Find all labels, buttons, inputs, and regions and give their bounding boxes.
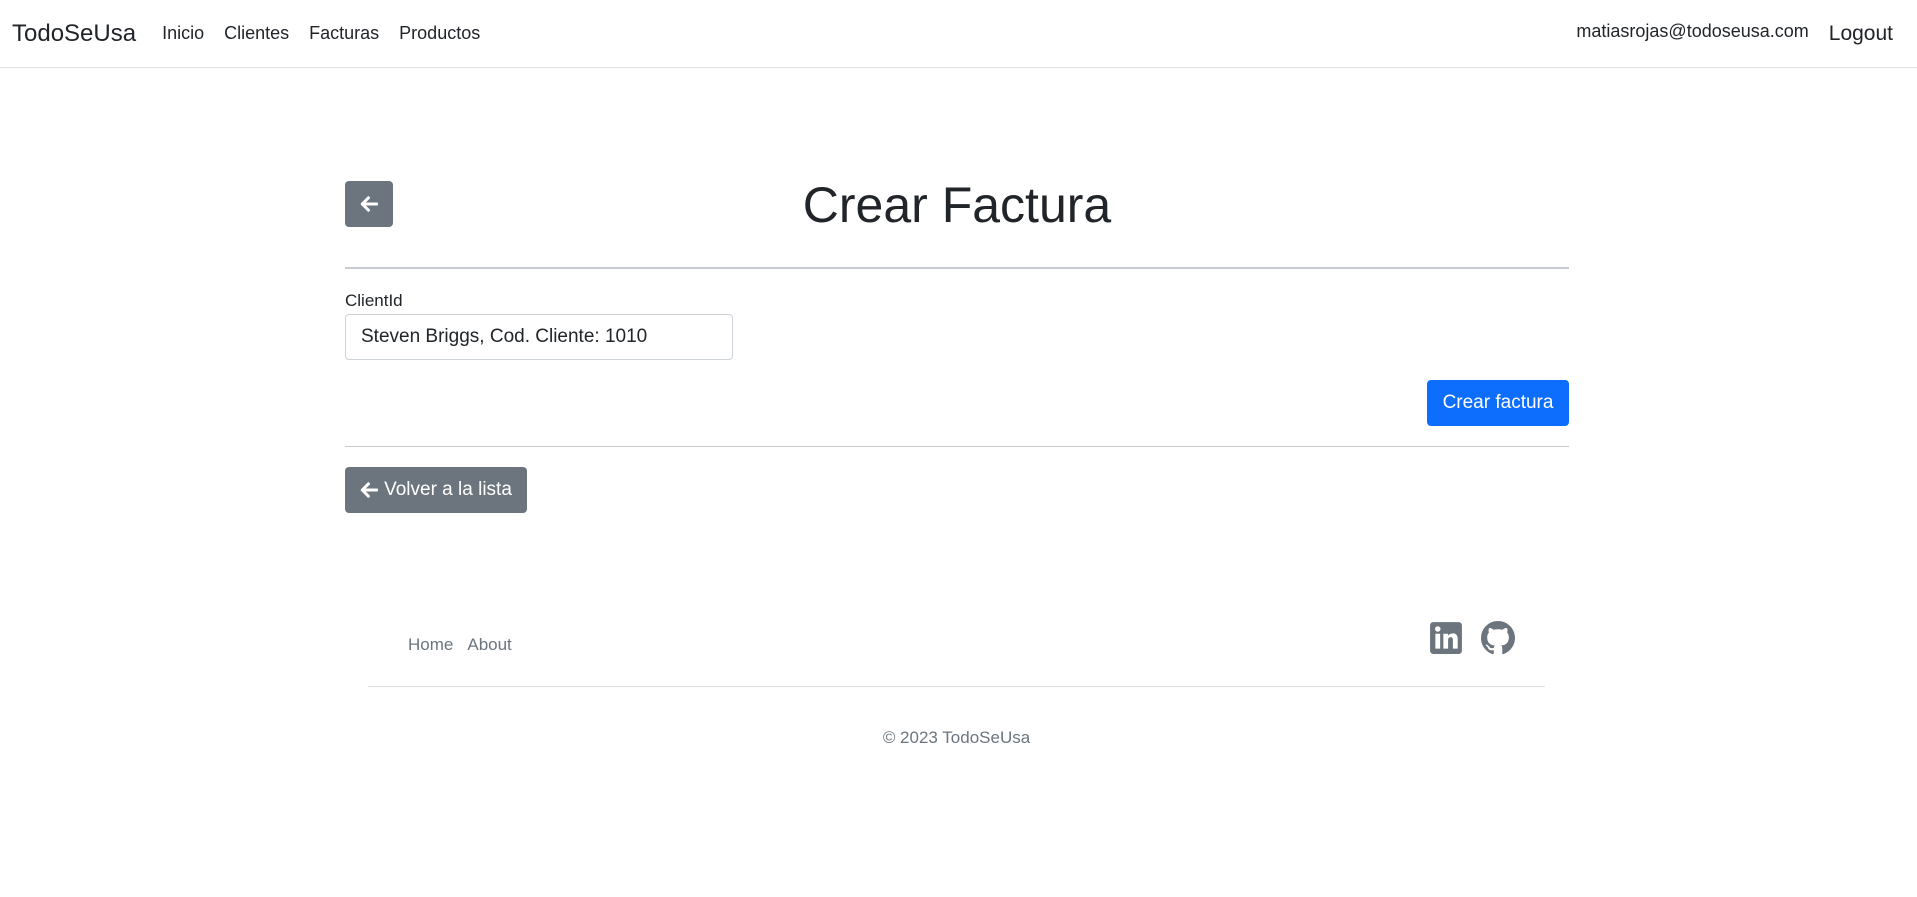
back-to-list-button[interactable]: Volver a la lista	[345, 467, 527, 513]
create-invoice-button[interactable]: Crear factura	[1427, 380, 1569, 426]
footer-divider	[368, 686, 1545, 687]
client-select-field[interactable]	[345, 314, 733, 360]
nav-link-productos[interactable]: Productos	[399, 23, 480, 44]
navbar: TodoSeUsa Inicio Clientes Facturas Produ…	[0, 0, 1917, 68]
user-email: matiasrojas@todoseusa.com	[1576, 20, 1809, 41]
footer-link-home[interactable]: Home	[408, 635, 453, 655]
social-links	[1429, 621, 1515, 655]
copyright-text: © 2023 TodoSeUsa	[882, 728, 1031, 747]
brand-link[interactable]: TodoSeUsa	[12, 20, 136, 48]
linkedin-icon[interactable]	[1429, 621, 1463, 655]
divider	[345, 267, 1569, 269]
page-header: Crear Factura	[345, 177, 1569, 233]
arrow-left-icon	[360, 482, 379, 498]
github-icon[interactable]	[1481, 621, 1515, 655]
client-field-label: ClientId	[345, 291, 403, 310]
page-title: Crear Factura	[802, 177, 1112, 233]
logout-link[interactable]: Logout	[1829, 22, 1893, 46]
nav-link-facturas[interactable]: Facturas	[309, 23, 379, 44]
footer-links: Home About	[408, 635, 512, 655]
back-to-list-label: Volver a la lista	[384, 479, 512, 500]
divider	[345, 446, 1569, 447]
navbar-user-area: matiasrojas@todoseusa.com Logout	[1576, 0, 1893, 68]
footer-link-about[interactable]: About	[467, 635, 511, 655]
nav-link-clientes[interactable]: Clientes	[224, 23, 289, 44]
nav-link-inicio[interactable]: Inicio	[162, 23, 204, 44]
